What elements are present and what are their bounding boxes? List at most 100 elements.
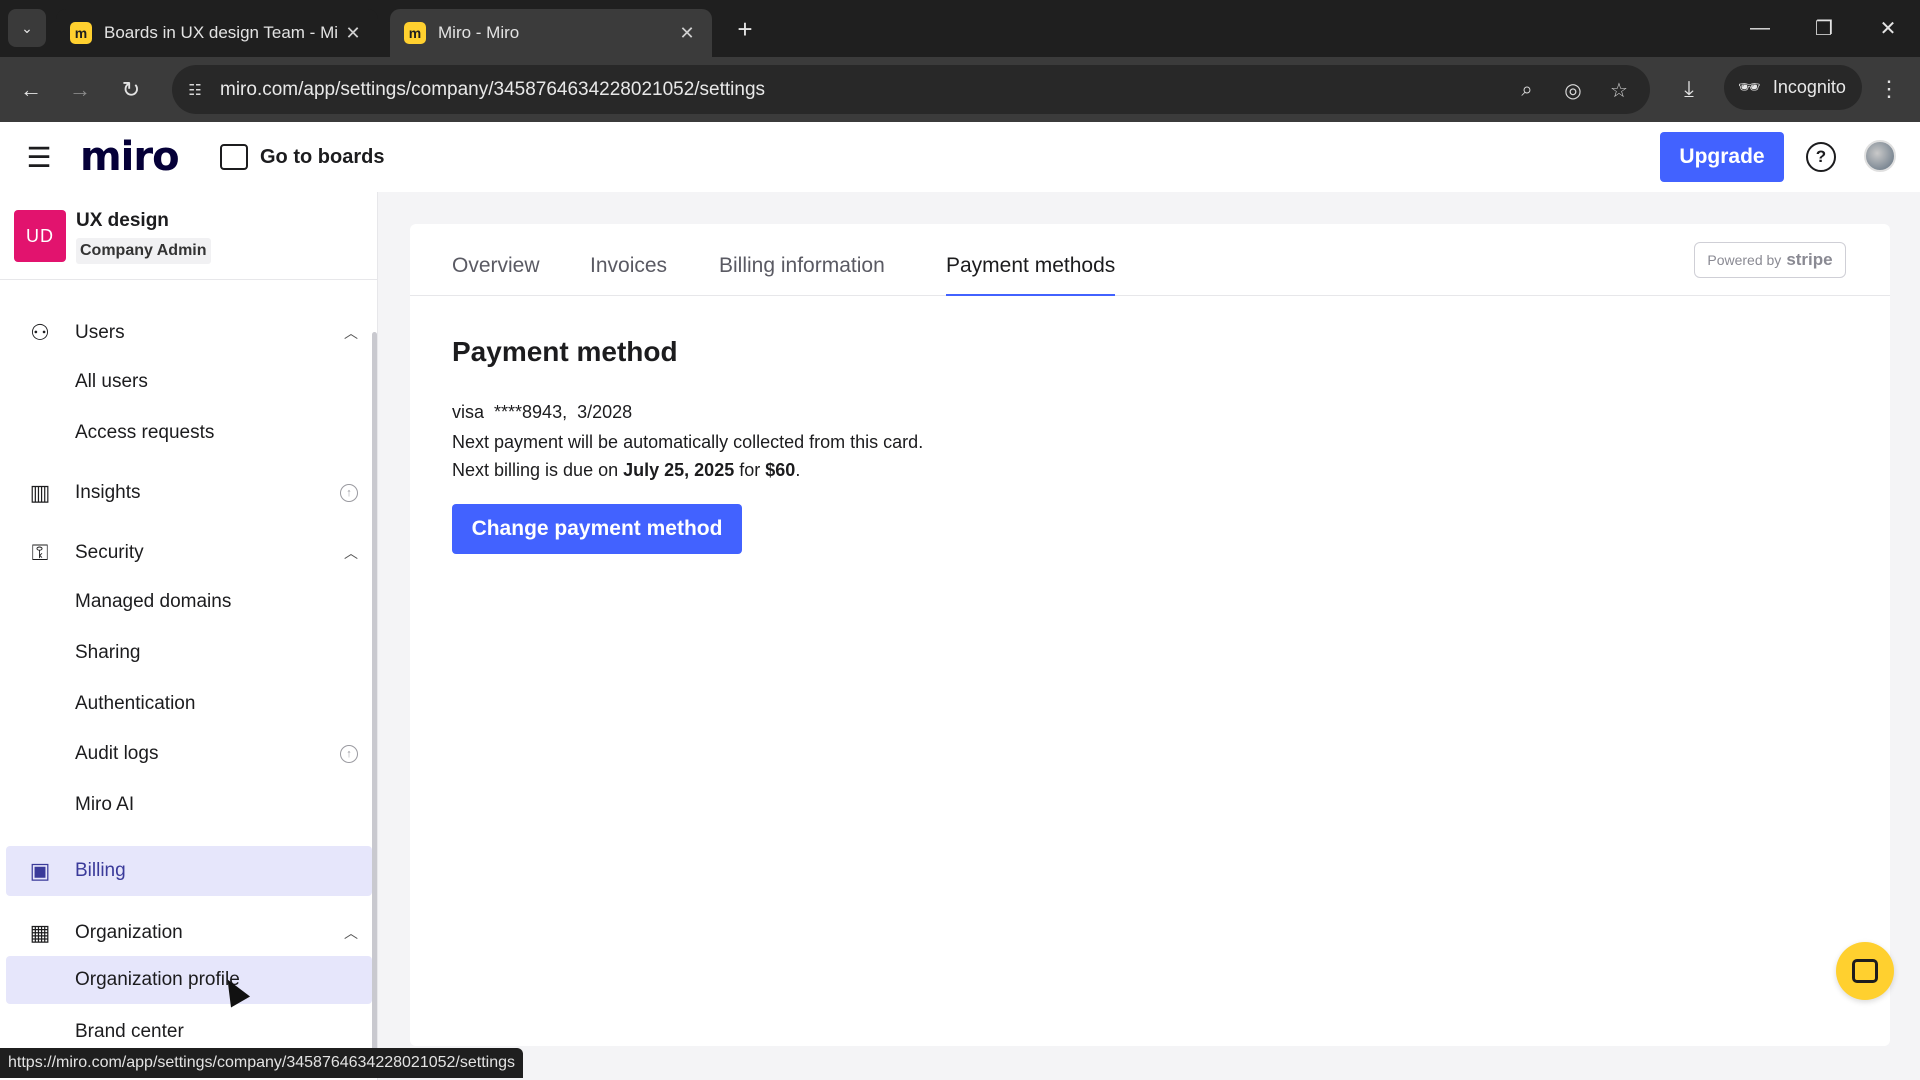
- go-to-boards-label: Go to boards: [260, 145, 385, 168]
- billing-amount: $60: [765, 460, 796, 480]
- incognito-indicator[interactable]: 🕶 Incognito: [1724, 65, 1862, 110]
- new-tab-plus-icon[interactable]: +: [730, 14, 760, 44]
- boards-icon: [220, 144, 248, 170]
- go-to-boards-button[interactable]: Go to boards: [220, 142, 384, 172]
- sidebar-item-label: Audit logs: [75, 743, 159, 764]
- card-expiry: 3/2028: [577, 402, 633, 422]
- sidebar-section-insights[interactable]: ▥ Insights ↑: [6, 468, 372, 518]
- sidebar-item-label: All users: [75, 371, 148, 392]
- sidebar-section-users[interactable]: ⚇ Users ︿: [6, 308, 372, 358]
- user-avatar[interactable]: [1864, 140, 1896, 172]
- browser-tab-boards[interactable]: m Boards in UX design Team - Mi ✕: [56, 9, 378, 57]
- org-name: UX design: [76, 210, 169, 231]
- sidebar-section-label: Insights: [75, 482, 141, 503]
- tab-payment-methods[interactable]: Payment methods: [946, 254, 1116, 296]
- billing-tabs: Overview Invoices Billing information Pa…: [410, 224, 1890, 296]
- billing-suffix: .: [795, 460, 801, 480]
- sidebar-section-billing[interactable]: ▣ Billing: [6, 846, 372, 896]
- download-icon[interactable]: ⤓: [1672, 72, 1706, 106]
- billing-due-note: Next billing is due on July 25, 2025 for…: [452, 460, 800, 481]
- change-payment-method-button[interactable]: Change payment method: [452, 504, 742, 554]
- sidebar-section-security[interactable]: ⚿ Security ︿: [6, 528, 372, 578]
- page-title: Payment method: [452, 336, 678, 367]
- zoom-icon[interactable]: ⌕: [1512, 75, 1542, 105]
- wallet-icon: ▣: [29, 858, 51, 883]
- chevron-up-icon[interactable]: ︿: [344, 323, 358, 343]
- billing-card: Overview Invoices Billing information Pa…: [410, 224, 1890, 1046]
- link-status-bar: https://miro.com/app/settings/company/34…: [0, 1048, 523, 1078]
- hamburger-menu-icon[interactable]: ☰: [24, 142, 54, 173]
- sidebar-section-label: Security: [75, 542, 144, 563]
- sidebar-item-label: Organization profile: [75, 969, 240, 990]
- sidebar-item-authentication[interactable]: Authentication: [6, 680, 372, 728]
- browser-toolbar: ← → ↻ ☷ miro.com/app/settings/company/34…: [0, 57, 1920, 122]
- users-icon: ⚇: [30, 320, 50, 345]
- chevron-up-icon[interactable]: ︿: [344, 543, 358, 563]
- chevron-up-icon[interactable]: ︿: [344, 923, 358, 943]
- sidebar-item-all-users[interactable]: All users: [6, 358, 372, 406]
- card-summary: visa ****8943, 3/2028: [452, 402, 632, 423]
- close-tab-icon[interactable]: ✕: [342, 23, 364, 44]
- miro-favicon-icon: m: [70, 22, 92, 44]
- tab-billing-information[interactable]: Billing information: [719, 254, 885, 296]
- tab-overview[interactable]: Overview: [452, 254, 540, 296]
- sidebar-item-label: Sharing: [75, 642, 141, 663]
- miro-favicon-icon: m: [404, 22, 426, 44]
- sidebar-section-label: Organization: [75, 922, 183, 943]
- sidebar-item-organization-profile[interactable]: Organization profile: [6, 956, 372, 1004]
- card-number: ****8943,: [494, 402, 568, 422]
- incognito-icon: 🕶: [1738, 77, 1761, 97]
- sidebar-item-sharing[interactable]: Sharing: [6, 629, 372, 677]
- browser-menu-icon[interactable]: ⋮: [1874, 72, 1904, 106]
- help-circle-icon[interactable]: ?: [1806, 142, 1836, 172]
- url-text[interactable]: miro.com/app/settings/company/3458764634…: [220, 79, 765, 101]
- tracking-protection-eye-off-icon[interactable]: ◎: [1558, 75, 1588, 105]
- sidebar-section-organization[interactable]: ▦ Organization ︿: [6, 908, 372, 958]
- site-settings-icon[interactable]: ☷: [182, 77, 208, 103]
- tab-invoices[interactable]: Invoices: [590, 254, 667, 296]
- close-tab-icon[interactable]: ✕: [676, 23, 698, 44]
- minimize-window-icon[interactable]: —: [1740, 10, 1780, 46]
- address-bar[interactable]: ☷ miro.com/app/settings/company/34587646…: [172, 65, 1650, 114]
- sidebar-item-audit-logs[interactable]: Audit logs ↑: [6, 730, 372, 778]
- chat-bubble-icon: [1852, 959, 1878, 983]
- miro-logo[interactable]: miro: [80, 134, 180, 180]
- sidebar-item-label: Managed domains: [75, 591, 232, 612]
- sidebar-item-label: Access requests: [75, 422, 215, 443]
- back-arrow-icon[interactable]: ←: [14, 73, 48, 107]
- sidebar-item-label: Miro AI: [75, 794, 135, 815]
- stripe-logo: stripe: [1786, 250, 1833, 269]
- chat-support-button[interactable]: [1836, 942, 1894, 1000]
- upgrade-button[interactable]: Upgrade: [1660, 132, 1784, 182]
- info-icon[interactable]: ↑: [340, 745, 358, 763]
- key-icon: ⚿: [31, 540, 49, 565]
- bookmark-star-icon[interactable]: ☆: [1604, 75, 1634, 105]
- reload-icon[interactable]: ↻: [114, 73, 148, 107]
- forward-arrow-icon[interactable]: →: [63, 73, 97, 107]
- sidebar-item-access-requests[interactable]: Access requests: [6, 409, 372, 457]
- bar-chart-icon: ▥: [29, 480, 51, 505]
- sidebar-item-miro-ai[interactable]: Miro AI: [6, 781, 372, 829]
- sidebar-section-label: Users: [75, 322, 125, 343]
- billing-prefix: Next billing is due on: [452, 460, 619, 480]
- billing-date: July 25, 2025: [623, 460, 735, 480]
- sidebar-section-label: Billing: [75, 860, 126, 881]
- org-role-badge: Company Admin: [76, 238, 211, 264]
- app-header: ☰ miro Go to boards Upgrade ?: [0, 122, 1920, 192]
- card-brand: visa: [452, 402, 485, 422]
- tab-search-chevron-icon[interactable]: ⌄: [8, 9, 46, 47]
- close-window-icon[interactable]: ✕: [1868, 10, 1908, 46]
- settings-sidebar: UD UX design Company Admin ⚇ Users ︿ All…: [0, 192, 378, 1080]
- collection-note: Next payment will be automatically colle…: [452, 432, 924, 452]
- info-icon[interactable]: ↑: [340, 484, 358, 502]
- browser-tab-title: Miro - Miro: [438, 23, 520, 42]
- sidebar-scrollbar[interactable]: [372, 332, 377, 1072]
- powered-by-stripe-badge: Powered by stripe: [1694, 242, 1846, 278]
- incognito-label: Incognito: [1772, 77, 1846, 97]
- org-header: UD UX design Company Admin: [0, 192, 377, 280]
- restore-window-icon[interactable]: ❐: [1804, 10, 1844, 46]
- browser-tab-miro[interactable]: m Miro - Miro ✕: [390, 9, 712, 57]
- browser-tabstrip: ⌄ m Boards in UX design Team - Mi ✕ m Mi…: [0, 0, 1920, 57]
- sidebar-item-managed-domains[interactable]: Managed domains: [6, 578, 372, 626]
- sidebar-item-label: Brand center: [75, 1021, 184, 1042]
